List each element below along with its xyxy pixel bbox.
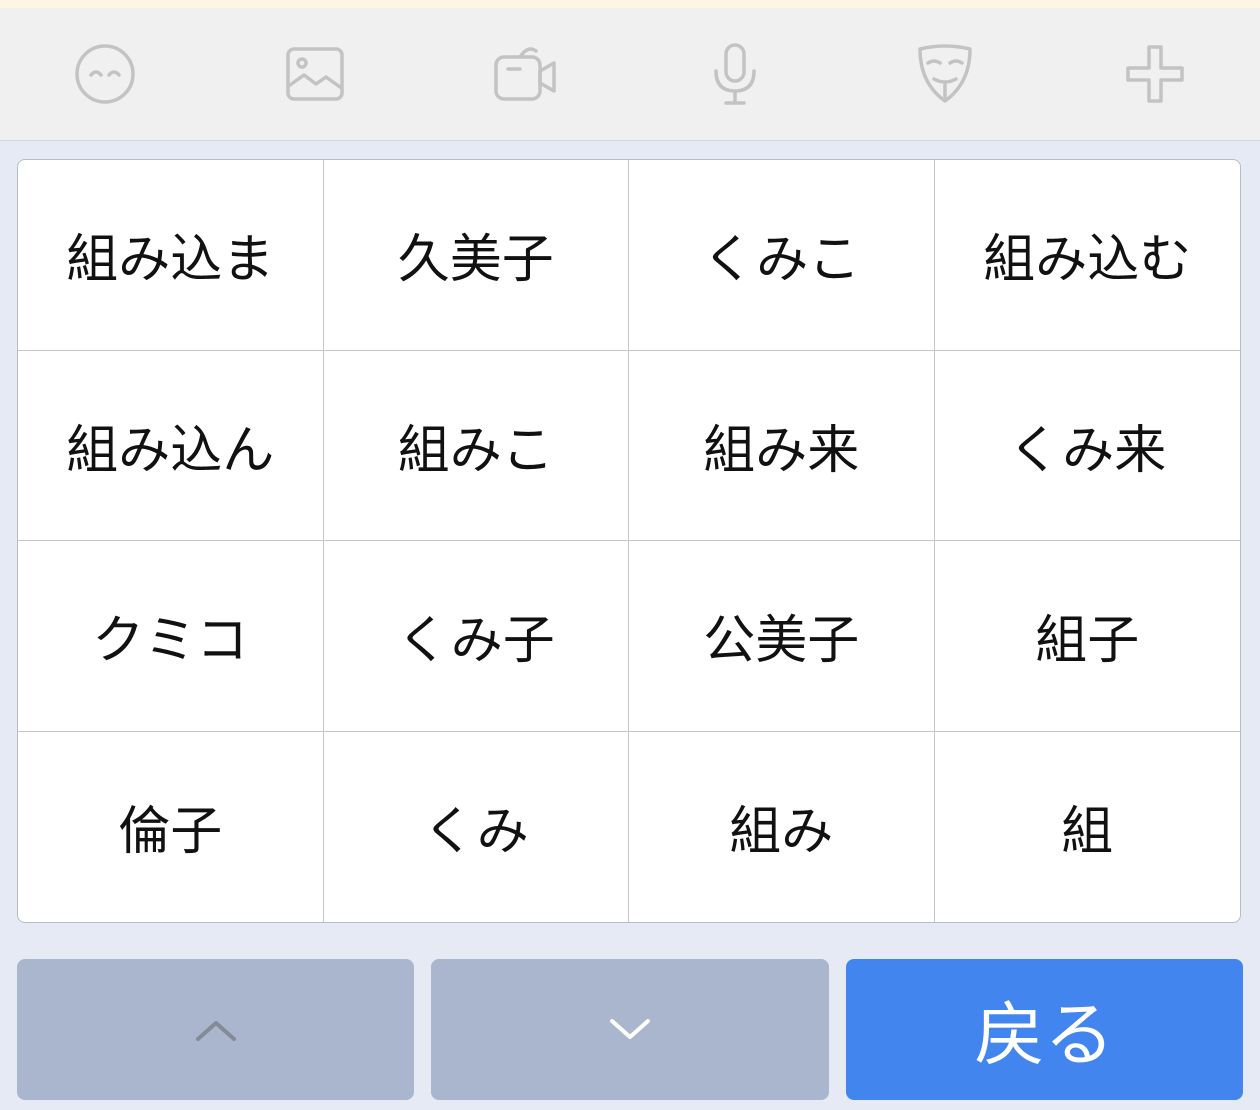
mask-icon	[918, 44, 972, 103]
candidate-item[interactable]: 組み込ん	[18, 350, 324, 541]
candidate-item[interactable]: 組み来	[629, 350, 935, 541]
microphone-icon	[714, 43, 756, 105]
video-icon	[494, 47, 556, 101]
candidate-item[interactable]: くみこ	[629, 160, 935, 351]
candidate-item[interactable]: くみ来	[934, 351, 1240, 541]
candidate-item[interactable]: 組み込む	[934, 160, 1240, 351]
candidate-item[interactable]: 倫子	[18, 731, 324, 922]
top-notice-strip	[0, 0, 1260, 8]
candidate-item[interactable]: 久美子	[323, 160, 629, 351]
chevron-up-icon	[195, 1020, 236, 1041]
keyboard-bottom-bar: 戻る	[17, 959, 1243, 1100]
candidate-item[interactable]: 組	[935, 732, 1241, 923]
candidate-item[interactable]: 組子	[934, 541, 1240, 732]
page-up-button[interactable]	[17, 959, 415, 1100]
candidate-item[interactable]: 組みこ	[323, 350, 629, 541]
voice-button[interactable]	[685, 24, 785, 124]
input-toolbar	[0, 8, 1260, 141]
candidate-grid: 組み込ま 久美子 くみこ 組み込む 組み込ん 組みこ 組み来 くみ来 クミコ く…	[17, 159, 1241, 923]
mask-button[interactable]	[895, 24, 995, 124]
video-button[interactable]	[475, 24, 575, 124]
candidate-item[interactable]: くみ子	[323, 541, 629, 732]
candidate-item[interactable]: 組み	[629, 731, 935, 922]
image-icon	[286, 47, 344, 101]
more-button[interactable]	[1105, 24, 1205, 124]
image-button[interactable]	[265, 24, 365, 124]
chevron-down-icon	[609, 1018, 650, 1039]
emoji-icon	[75, 44, 135, 104]
back-button[interactable]: 戻る	[845, 959, 1243, 1100]
candidate-item[interactable]: 組み込ま	[18, 160, 324, 351]
page-down-button[interactable]	[431, 959, 829, 1100]
candidate-item[interactable]: クミコ	[18, 541, 324, 732]
plus-icon	[1126, 45, 1184, 103]
candidate-item[interactable]: 公美子	[629, 541, 935, 732]
emoji-button[interactable]	[55, 24, 155, 124]
candidate-item[interactable]: くみ	[324, 731, 629, 922]
